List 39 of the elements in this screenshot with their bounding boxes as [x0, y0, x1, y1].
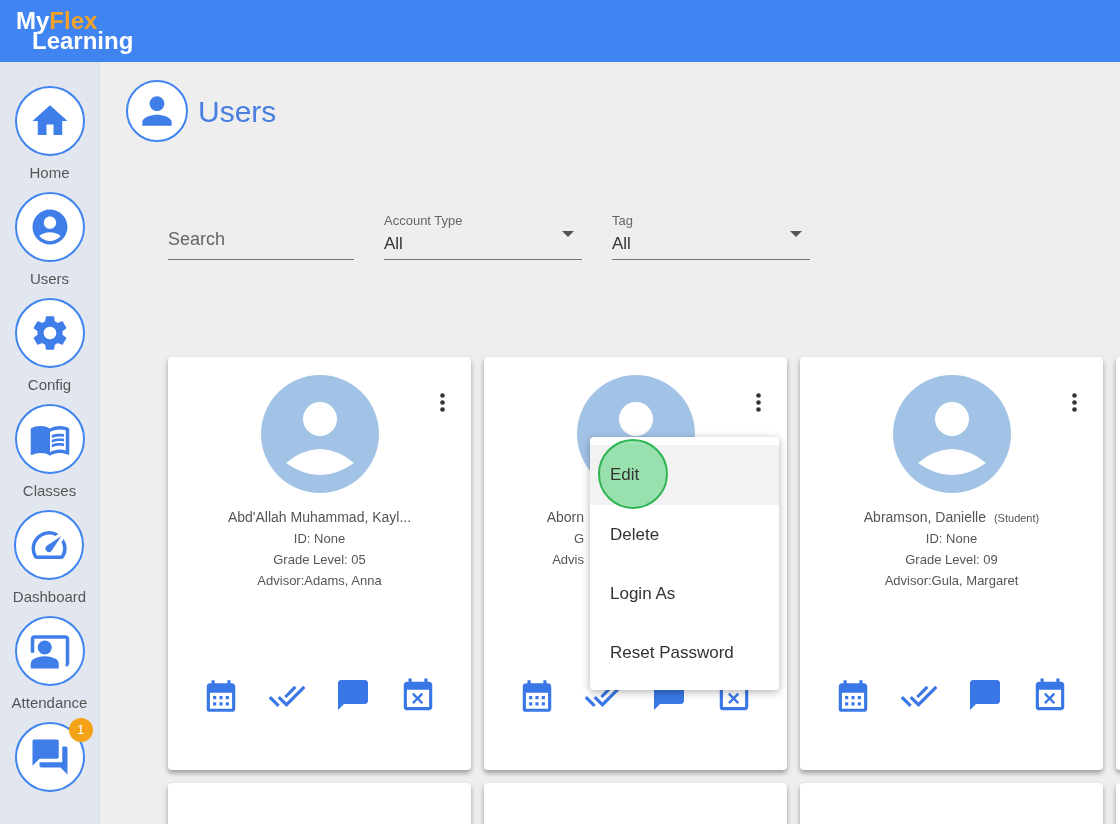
- user-detail: ID: None: [925, 530, 978, 548]
- user-detail: G: [573, 530, 584, 548]
- user-detail: Advisor:Gula, Margaret: [884, 572, 1019, 590]
- dropdown-caret-icon: [562, 230, 574, 237]
- user-detail: Advis: [552, 551, 584, 569]
- user-detail: Grade Level: 09: [905, 551, 998, 569]
- avatar-icon: [260, 375, 379, 493]
- nav-label[interactable]: Classes: [22, 480, 77, 503]
- nav-label[interactable]: Users: [29, 268, 70, 291]
- dropdown[interactable]: Account Type All: [384, 208, 582, 260]
- user-name: Abramson, Danielle (Student): [863, 508, 1040, 527]
- nav-label[interactable]: Config: [27, 374, 72, 397]
- search-field[interactable]: Search: [168, 220, 354, 260]
- user-detail: Grade Level: 05: [273, 551, 366, 569]
- notification-badge: 1: [68, 718, 93, 742]
- more-button[interactable]: [1072, 393, 1077, 412]
- dropdown-value: All: [612, 232, 632, 255]
- user-name: Abd'Allah Muhammad, Kayl...: [227, 508, 412, 527]
- user-detail: ID: None: [293, 530, 346, 548]
- dropdown[interactable]: Tag All: [612, 208, 810, 260]
- more-button[interactable]: [440, 393, 445, 412]
- nav-label[interactable]: Dashboard: [12, 586, 87, 609]
- dropdown-label: Account Type: [384, 212, 463, 230]
- more-icon: [440, 393, 445, 412]
- more-icon: [756, 393, 761, 412]
- nav-label[interactable]: Home: [29, 162, 70, 185]
- menu-item[interactable]: Reset Password: [590, 623, 779, 682]
- menu-item[interactable]: Delete: [590, 505, 779, 564]
- page-title: Users: [198, 93, 277, 130]
- menu-item[interactable]: Login As: [590, 564, 779, 623]
- dropdown-value: All: [384, 232, 404, 255]
- dropdown-caret-icon: [790, 230, 802, 237]
- dropdown-label: Tag: [612, 212, 633, 230]
- user-detail: Advisor:Adams, Anna: [257, 572, 382, 590]
- avatar-icon: [892, 375, 1011, 493]
- nav-label[interactable]: Attendance: [11, 692, 88, 715]
- more-button[interactable]: [756, 393, 761, 412]
- more-icon: [1072, 393, 1077, 412]
- user-name: Aborn: [546, 508, 584, 527]
